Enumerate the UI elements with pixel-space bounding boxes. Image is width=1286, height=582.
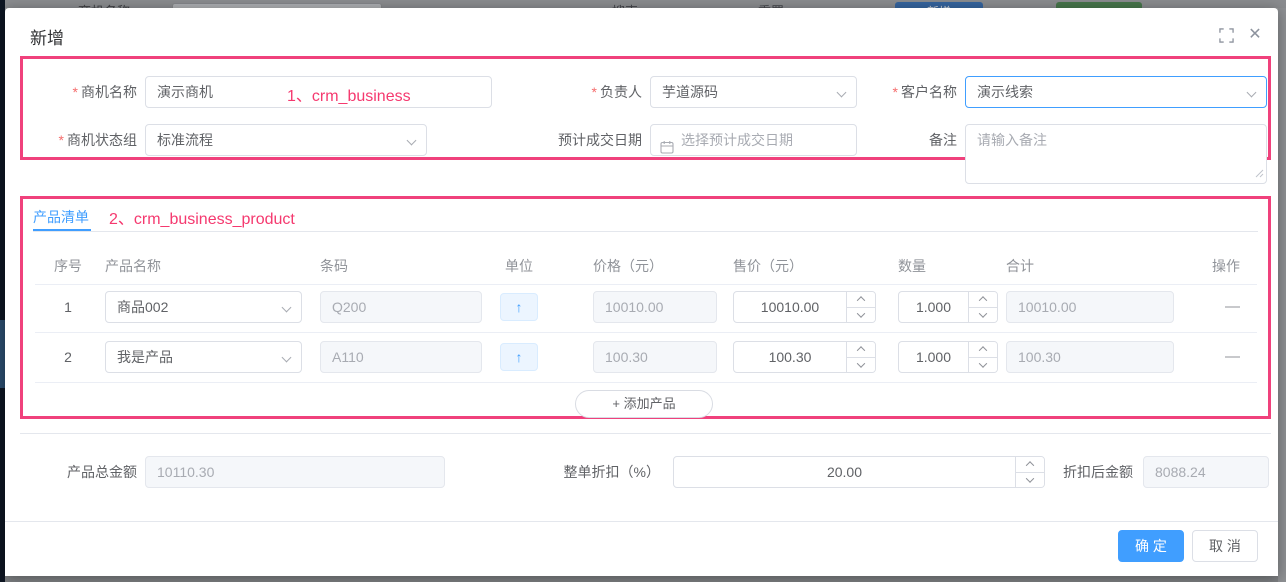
increase-button[interactable] bbox=[969, 342, 997, 357]
business-name-label: *商机名称 bbox=[15, 76, 137, 108]
col-header-barcode: 条码 bbox=[320, 256, 348, 276]
price-input: 10010.00 bbox=[593, 291, 717, 323]
table-divider bbox=[35, 332, 1257, 333]
row-index: 2 bbox=[50, 341, 86, 373]
cancel-button[interactable]: 取 消 bbox=[1192, 530, 1258, 562]
col-header-price: 价格（元） bbox=[593, 256, 663, 276]
screen: 商机名称 搜索 重置 新增 新增 ✕ 1、crm_business *商机名称 … bbox=[0, 0, 1286, 582]
total-input: 100.30 bbox=[1006, 341, 1174, 373]
footer-divider bbox=[5, 521, 1278, 522]
tabbar-divider bbox=[33, 231, 1258, 232]
unit-tag: ↑ bbox=[500, 343, 538, 371]
fullscreen-icon[interactable] bbox=[1217, 28, 1235, 46]
close-icon[interactable]: ✕ bbox=[1246, 26, 1264, 44]
deal-date-picker[interactable]: 选择预计成交日期 bbox=[650, 124, 857, 156]
stepper-controls bbox=[846, 342, 875, 372]
required-asterisk: * bbox=[893, 84, 898, 100]
tab-product-list[interactable]: 产品清单 bbox=[33, 207, 89, 227]
col-header-total: 合计 bbox=[1006, 256, 1034, 276]
background-search-button[interactable]: 搜索 bbox=[612, 1, 638, 8]
decrease-button[interactable] bbox=[969, 307, 997, 323]
table-divider bbox=[35, 284, 1257, 285]
discounted-amount-label: 折扣后金额 bbox=[1053, 456, 1133, 488]
remark-label: 备注 bbox=[827, 124, 957, 156]
decrease-button[interactable] bbox=[847, 307, 875, 323]
increase-button[interactable] bbox=[847, 342, 875, 357]
total-amount-input: 10110.30 bbox=[145, 456, 445, 488]
background-filter-label: 商机名称 bbox=[78, 1, 130, 8]
price-input: 100.30 bbox=[593, 341, 717, 373]
resize-handle-icon[interactable] bbox=[1255, 165, 1264, 181]
add-product-button[interactable]: + 添加产品 bbox=[575, 390, 713, 418]
barcode-input: Q200 bbox=[320, 291, 482, 323]
required-asterisk: * bbox=[73, 84, 78, 100]
col-header-unit: 单位 bbox=[497, 256, 541, 276]
required-asterisk: * bbox=[592, 84, 597, 100]
barcode-input: A110 bbox=[320, 341, 482, 373]
product-select[interactable]: 商品002 bbox=[105, 291, 302, 323]
calendar-icon bbox=[660, 134, 674, 156]
quantity-stepper[interactable]: 1.000 bbox=[898, 341, 998, 373]
unit-tag: ↑ bbox=[500, 293, 538, 321]
quantity-stepper[interactable]: 1.000 bbox=[898, 291, 998, 323]
customer-label: *客户名称 bbox=[827, 76, 957, 108]
chevron-down-icon bbox=[282, 353, 292, 363]
col-header-quantity: 数量 bbox=[898, 256, 926, 276]
row-index: 1 bbox=[50, 291, 86, 323]
col-header-sale-price: 售价（元） bbox=[733, 256, 803, 276]
arrow-up-icon: ↑ bbox=[516, 299, 523, 315]
background-reset-button[interactable]: 重置 bbox=[758, 1, 784, 8]
background-toolbar-strip: 商机名称 搜索 重置 新增 bbox=[0, 0, 1286, 8]
sale-price-stepper[interactable]: 10010.00 bbox=[733, 291, 876, 323]
table-divider bbox=[35, 382, 1257, 383]
col-header-name: 产品名称 bbox=[105, 256, 161, 276]
annotation-text-products: 2、crm_business_product bbox=[109, 205, 295, 229]
owner-select[interactable]: 芋道源码 bbox=[650, 76, 857, 108]
background-page-edge-bottom bbox=[5, 576, 1278, 582]
stepper-controls bbox=[968, 292, 997, 322]
increase-button[interactable] bbox=[969, 292, 997, 307]
increase-button[interactable] bbox=[847, 292, 875, 307]
total-input: 10010.00 bbox=[1006, 291, 1174, 323]
status-group-select[interactable]: 标准流程 bbox=[145, 124, 427, 156]
background-page-edge-right bbox=[1278, 8, 1286, 582]
chevron-down-icon bbox=[282, 303, 292, 313]
sale-price-stepper[interactable]: 100.30 bbox=[733, 341, 876, 373]
remark-textarea[interactable]: 请输入备注 bbox=[965, 124, 1267, 184]
stepper-controls bbox=[846, 292, 875, 322]
required-asterisk: * bbox=[59, 132, 64, 148]
section-divider bbox=[20, 433, 1271, 434]
confirm-button[interactable]: 确 定 bbox=[1118, 530, 1184, 562]
decrease-button[interactable] bbox=[1016, 472, 1044, 488]
status-group-label: *商机状态组 bbox=[15, 124, 137, 156]
row-action-dash: — bbox=[1190, 341, 1240, 373]
stepper-controls bbox=[968, 342, 997, 372]
owner-label: *负责人 bbox=[517, 76, 642, 108]
discounted-amount-input: 8088.24 bbox=[1143, 456, 1269, 488]
deal-date-label: 预计成交日期 bbox=[517, 124, 642, 156]
dialog-title: 新增 bbox=[30, 24, 64, 49]
product-select[interactable]: 我是产品 bbox=[105, 341, 302, 373]
total-amount-label: 产品总金额 bbox=[15, 456, 137, 488]
row-action-dash: — bbox=[1190, 291, 1240, 323]
discount-stepper[interactable]: 20.00 bbox=[673, 456, 1045, 488]
discount-label: 整单折扣（%） bbox=[510, 456, 660, 488]
col-header-action: 操作 bbox=[1190, 256, 1240, 276]
arrow-up-icon: ↑ bbox=[516, 349, 523, 365]
add-business-dialog: 新增 ✕ 1、crm_business *商机名称 演示商机 *负责人 芋道源码… bbox=[5, 8, 1278, 576]
stepper-controls bbox=[1015, 457, 1044, 487]
decrease-button[interactable] bbox=[847, 357, 875, 373]
increase-button[interactable] bbox=[1016, 457, 1044, 472]
customer-select[interactable]: 演示线索 bbox=[965, 76, 1267, 108]
col-header-index: 序号 bbox=[50, 256, 86, 276]
chevron-down-icon bbox=[1247, 88, 1257, 98]
decrease-button[interactable] bbox=[969, 357, 997, 373]
chevron-down-icon bbox=[407, 136, 417, 146]
annotation-text-form: 1、crm_business bbox=[287, 82, 411, 106]
